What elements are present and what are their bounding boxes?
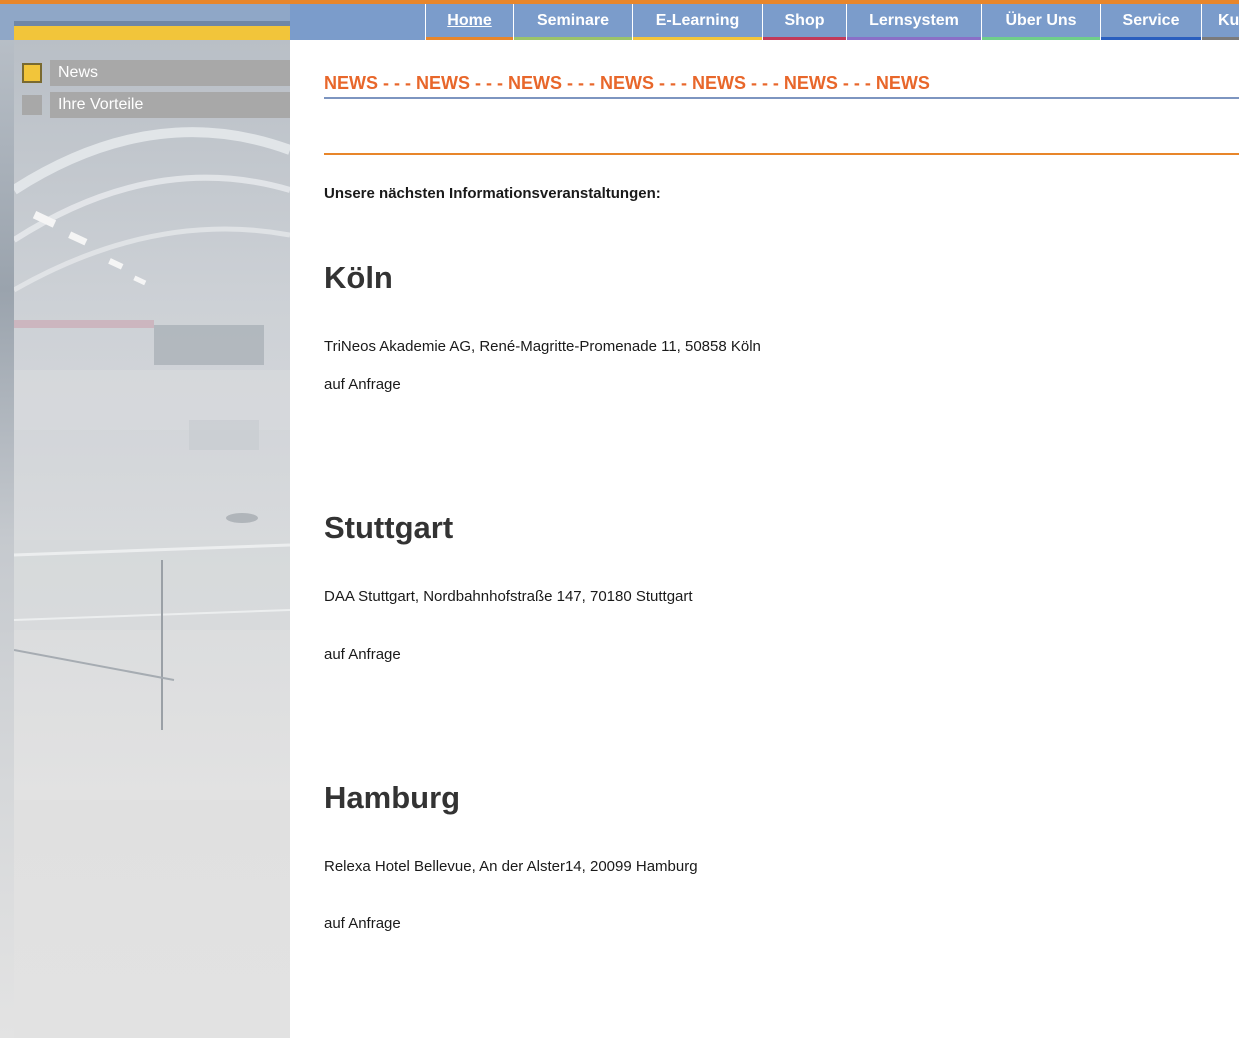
nav-item-label: Ku — [1218, 12, 1239, 29]
event-date: auf Anfrage — [324, 376, 401, 393]
event-date: auf Anfrage — [324, 915, 401, 932]
nav-item-label: Shop — [784, 12, 825, 29]
nav-item-shop[interactable]: Shop — [762, 4, 846, 40]
sidebar: News Ihre Vorteile — [14, 40, 290, 1038]
nav-item-label: Über Uns — [1005, 12, 1077, 29]
nav-item-label: Service — [1122, 12, 1180, 29]
nav-item-accent — [982, 37, 1100, 40]
nav-item-e-learning[interactable]: E-Learning — [632, 4, 762, 40]
side-menu-marker — [22, 95, 42, 115]
page: Home Seminare E-Learning Shop Lernsystem… — [0, 0, 1239, 1038]
side-menu-item-news[interactable]: News — [22, 60, 290, 86]
nav-item-label: Home — [447, 12, 492, 29]
side-menu-label: News — [50, 60, 290, 86]
event-address: DAA Stuttgart, Nordbahnhofstraße 147, 70… — [324, 588, 693, 605]
nav-item-accent — [763, 37, 846, 40]
nav-item-seminare[interactable]: Seminare — [513, 4, 632, 40]
events-intro-heading: Unsere nächsten Informationsveranstaltun… — [324, 185, 661, 202]
ticker-divider-blue — [324, 97, 1239, 99]
event-city-heading: Stuttgart — [324, 510, 454, 545]
nav-item-home[interactable]: Home — [425, 4, 513, 40]
news-ticker[interactable]: NEWS - - - NEWS - - - NEWS - - - NEWS - … — [324, 73, 1239, 94]
event-address: Relexa Hotel Bellevue, An der Alster14, … — [324, 858, 698, 875]
event-city-heading: Köln — [324, 260, 393, 295]
event-address: TriNeos Akademie AG, René-Magritte-Prome… — [324, 338, 761, 355]
nav-item-accent — [426, 37, 513, 40]
side-menu: News Ihre Vorteile — [22, 60, 290, 124]
nav-item-label: Lernsystem — [869, 12, 959, 29]
nav-item-accent — [847, 37, 981, 40]
nav-item-accent — [514, 37, 632, 40]
nav-item-label: Seminare — [536, 12, 610, 29]
nav-item-service[interactable]: Service — [1100, 4, 1201, 40]
nav-item-accent — [1202, 37, 1239, 40]
nav-item-accent — [633, 37, 762, 40]
side-menu-marker — [22, 63, 42, 83]
sidebar-background-image — [14, 40, 290, 800]
nav-item-ueber-uns[interactable]: Über Uns — [981, 4, 1100, 40]
nav-item-lernsystem[interactable]: Lernsystem — [846, 4, 981, 40]
side-menu-item-ihre-vorteile[interactable]: Ihre Vorteile — [22, 92, 290, 118]
nav-item-accent — [1101, 37, 1201, 40]
left-edge-strip — [0, 40, 14, 1038]
header-left-yellow-bar — [14, 26, 290, 40]
ticker-divider-orange — [324, 153, 1239, 155]
event-city-heading: Hamburg — [324, 780, 461, 815]
nav-item-kontakt[interactable]: Ku — [1201, 4, 1239, 40]
nav-item-label: E-Learning — [655, 12, 740, 29]
event-date: auf Anfrage — [324, 646, 401, 663]
side-menu-label: Ihre Vorteile — [50, 92, 290, 118]
main-nav: Home Seminare E-Learning Shop Lernsystem… — [425, 4, 1239, 40]
